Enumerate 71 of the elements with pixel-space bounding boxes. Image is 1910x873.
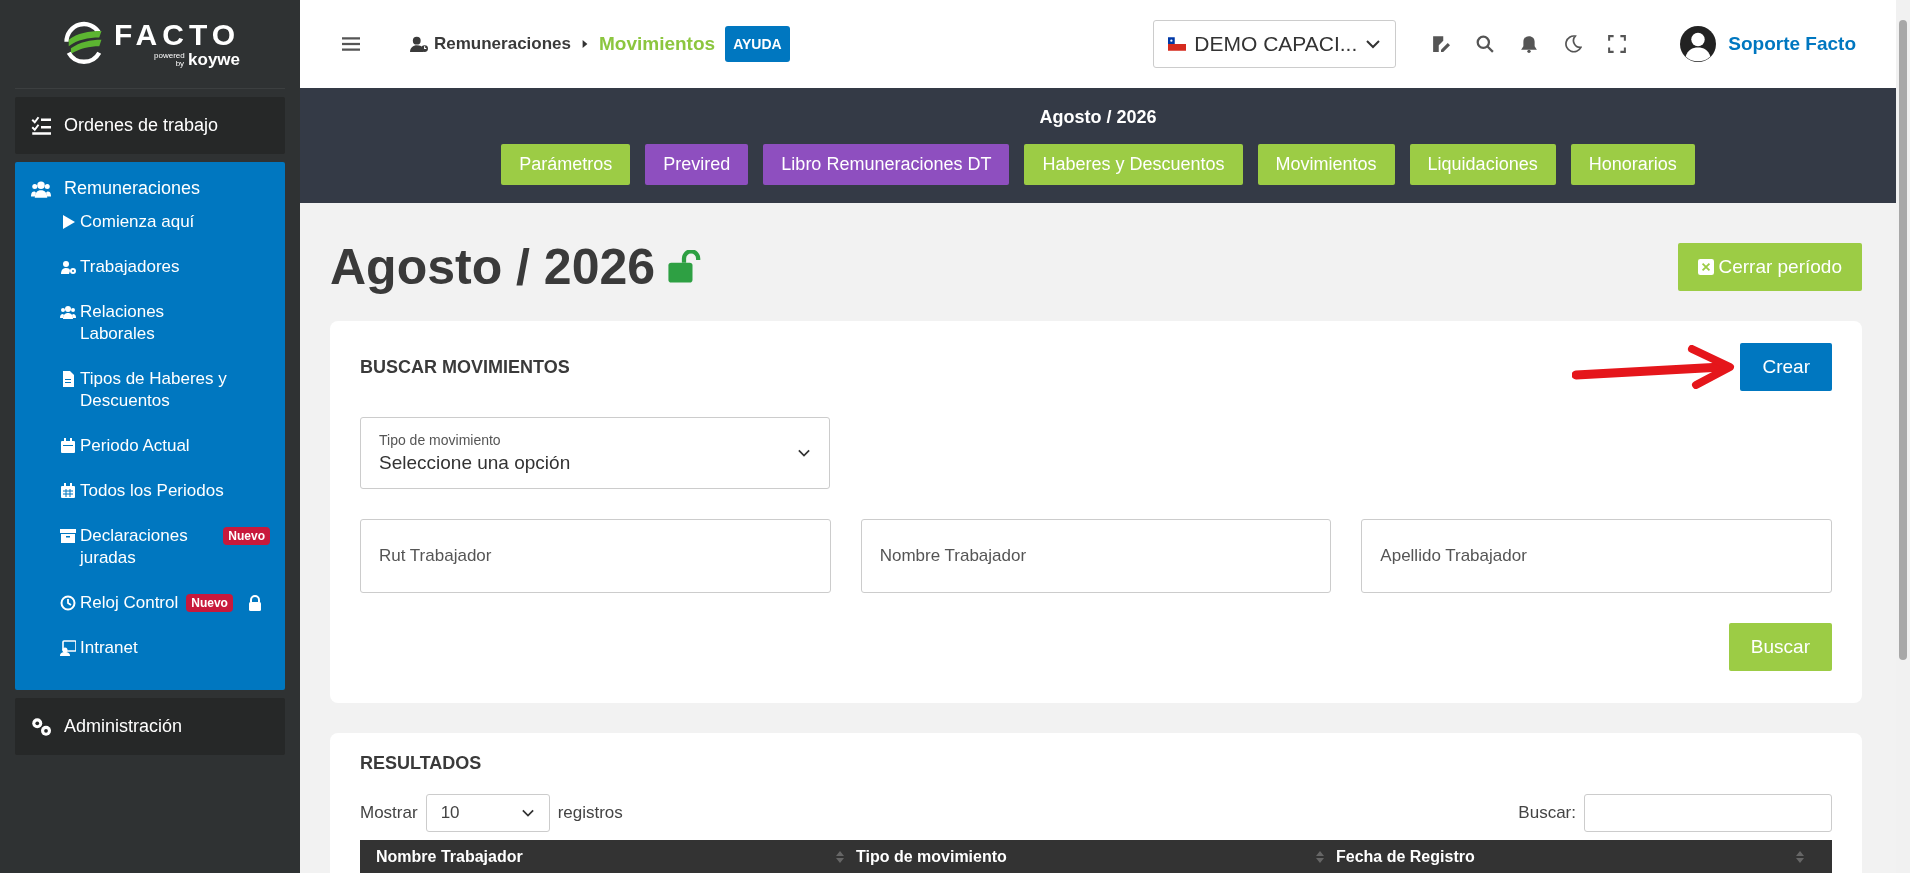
chevron-down-icon	[520, 807, 535, 819]
page-size-select[interactable]: 10	[425, 794, 550, 832]
sidebar-item[interactable]: Relaciones Laborales	[80, 301, 242, 345]
input-field[interactable]: Apellido Trabajador	[1361, 519, 1832, 593]
chevron-down-icon	[1365, 37, 1382, 51]
logo-wordmark: FACTO	[113, 18, 241, 52]
column-header[interactable]: Nombre Trabajador	[376, 848, 523, 866]
search-label: Buscar:	[1518, 803, 1576, 823]
gears-icon	[30, 716, 52, 737]
breadcrumb-item[interactable]: Remuneraciones	[434, 34, 571, 54]
bell-icon[interactable]	[1520, 35, 1539, 53]
users-icon	[60, 304, 76, 320]
calendar-icon	[60, 483, 76, 499]
column-header[interactable]: Fecha de Registro	[1336, 848, 1475, 866]
table-search-field[interactable]	[1584, 794, 1832, 832]
menu-icon[interactable]	[342, 35, 360, 53]
user-clock-icon	[410, 35, 428, 53]
chevron-down-icon	[797, 447, 811, 459]
period-title: Agosto / 2026	[1039, 106, 1157, 128]
powered-by-label: powered by	[154, 52, 185, 68]
input-field[interactable]: Rut Trabajador	[360, 519, 831, 593]
sidebar-section-label[interactable]: Administración	[64, 716, 183, 737]
avatar-icon	[1680, 26, 1717, 62]
caret-icon	[581, 39, 589, 49]
input-field[interactable]: Nombre Trabajador	[860, 519, 1332, 593]
sidebar-section[interactable]: Remuneraciones Comienza aquí Trabajadores Relaciones Laborales Tipos de Haberes y Descuentos Periodo Actual Todos los Periodos Declaraciones juradas Nuevo Reloj Control Nuevo Intranet	[15, 162, 285, 690]
sidebar-item[interactable]: Comienza aquí	[80, 211, 195, 233]
users-gear-icon	[60, 259, 76, 275]
sidebar-item[interactable]: Declaraciones juradas	[80, 525, 216, 569]
help-button[interactable]: AYUDA	[725, 26, 790, 62]
brand-name: koywe	[188, 50, 241, 70]
document-icon	[60, 371, 76, 387]
select-value: Seleccione una opción	[379, 452, 571, 474]
movement-type-select[interactable]: Tipo de movimiento Seleccione una opción	[360, 417, 830, 489]
floating-label: Tipo de movimiento	[379, 432, 502, 448]
checklist-icon	[30, 115, 52, 136]
page-title: Agosto / 2026	[330, 239, 656, 295]
play-icon	[60, 214, 76, 230]
sidebar-section-label[interactable]: Ordenes de trabajo	[64, 115, 219, 136]
new-badge: Nuevo	[223, 527, 270, 545]
sidebar-section-label[interactable]: Remuneraciones	[64, 178, 201, 199]
sidebar-item[interactable]: Trabajadores	[80, 256, 180, 278]
period-tab[interactable]: Previred	[645, 143, 749, 185]
sidebar-item[interactable]: Reloj Control	[80, 592, 179, 614]
show-label: Mostrar	[360, 803, 418, 823]
sidebar-item[interactable]: Tipos de Haberes y Descuentos	[80, 368, 242, 412]
presentation-icon	[60, 640, 76, 656]
chile-flag-icon	[1168, 37, 1187, 51]
user-name[interactable]: Soporte Facto	[1728, 33, 1856, 55]
sidebar-section[interactable]: Ordenes de trabajo	[15, 97, 285, 154]
sidebar-item[interactable]: Periodo Actual	[80, 435, 190, 457]
sidebar-item[interactable]: Intranet	[80, 637, 138, 659]
create-button[interactable]: Crear	[1740, 343, 1832, 391]
card-title: RESULTADOS	[360, 753, 483, 774]
breadcrumb-item: Movimientos	[599, 33, 716, 55]
new-badge: Nuevo	[186, 594, 233, 612]
card-title: BUSCAR MOVIMIENTOS	[360, 356, 570, 378]
moon-icon[interactable]	[1564, 35, 1583, 53]
period-tab[interactable]: Libro Remuneraciones DT	[763, 143, 1010, 185]
column-header[interactable]: Tipo de movimiento	[856, 848, 1007, 866]
edit-document-icon[interactable]	[1432, 35, 1451, 53]
clock-icon	[60, 595, 76, 611]
records-label: registros	[557, 803, 623, 823]
sidebar-item[interactable]: Todos los Periodos	[80, 480, 224, 502]
search-icon[interactable]	[1476, 35, 1495, 53]
fullscreen-icon[interactable]	[1608, 35, 1627, 53]
close-square-icon	[1698, 259, 1715, 275]
sidebar-section[interactable]: Administración	[15, 698, 285, 755]
archive-icon	[60, 528, 76, 544]
company-select[interactable]: DEMO CAPACI...	[1153, 20, 1397, 68]
calendar-icon	[60, 438, 76, 454]
